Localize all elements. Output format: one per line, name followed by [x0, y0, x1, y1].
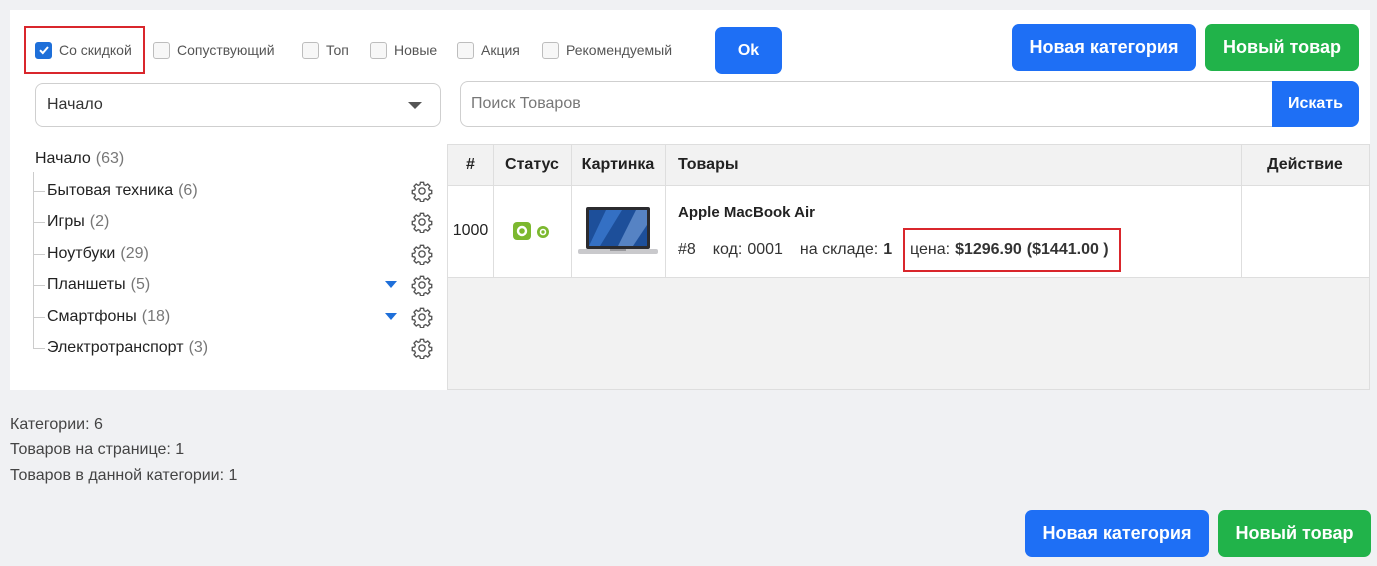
new-category-button[interactable]: Новая категория: [1012, 24, 1196, 71]
tree-root-count: (63): [95, 150, 125, 167]
category-select-value: Начало: [47, 96, 103, 113]
checkbox-icon[interactable]: [370, 41, 387, 59]
ok-button[interactable]: Ok: [715, 27, 782, 74]
tree-item-smartphones[interactable]: Смартфоны (18): [33, 305, 433, 329]
laptop-thumbnail-icon: [578, 207, 658, 254]
product-code: 0001: [747, 241, 783, 258]
gear-icon[interactable]: [411, 243, 433, 265]
filter-label: Сопуствующий: [177, 42, 275, 58]
gear-icon[interactable]: [411, 180, 433, 202]
price-label: цена:: [910, 241, 951, 258]
tree-branch: [33, 316, 45, 318]
tree-branch: [33, 347, 45, 349]
expand-caret-icon[interactable]: [385, 281, 397, 288]
product-name[interactable]: Apple MacBook Air: [678, 204, 815, 221]
gear-icon[interactable]: [411, 306, 433, 328]
table-divider: [493, 145, 494, 278]
filter-new[interactable]: Новые: [370, 30, 437, 70]
filter-label: Новые: [394, 42, 438, 58]
price-highlight-box: цена: $1296.90 ($1441.00 ): [903, 228, 1121, 272]
search-input[interactable]: [460, 81, 1273, 127]
expand-caret-icon[interactable]: [385, 313, 397, 320]
new-product-button-bottom[interactable]: Новый товар: [1218, 510, 1371, 557]
filter-top[interactable]: Топ: [302, 30, 349, 70]
tree-item-count: (18): [141, 308, 171, 325]
column-header-image: Картинка: [581, 156, 655, 173]
status-toggle[interactable]: [512, 221, 550, 246]
tree-branch: [33, 253, 45, 255]
column-header-action: Действие: [1267, 156, 1343, 173]
status-active-icon[interactable]: [512, 221, 550, 241]
tree-root[interactable]: Начало (63): [35, 150, 124, 168]
chevron-down-icon: [408, 102, 422, 109]
tree-item-label: Планшеты: [47, 276, 126, 293]
checkbox-icon[interactable]: [457, 41, 474, 59]
category-select[interactable]: Начало: [35, 83, 441, 127]
filter-recommended[interactable]: Рекомендуемый: [542, 30, 672, 70]
table-divider: [665, 145, 666, 278]
table-divider: [571, 145, 572, 278]
filter-discount[interactable]: Со скидкой: [35, 30, 132, 70]
tree-branch: [33, 221, 45, 223]
row-number: 1000: [452, 222, 489, 239]
product-code-label: код:: [712, 241, 743, 258]
filter-label: Акция: [481, 42, 520, 58]
checkbox-icon[interactable]: [302, 41, 319, 59]
checkbox-icon[interactable]: [542, 41, 559, 59]
new-product-button[interactable]: Новый товар: [1205, 24, 1359, 71]
table-divider: [1241, 145, 1242, 278]
product-details: #8 код: 0001 на складе: 1: [678, 241, 892, 259]
filter-promo[interactable]: Акция: [457, 30, 520, 70]
gear-icon[interactable]: [411, 274, 433, 296]
tree-item-label: Электротранспорт: [47, 339, 184, 356]
column-header-num: #: [466, 156, 475, 173]
tree-item-label: Ноутбуки: [47, 245, 116, 262]
summary-in-category: Товаров в данной категории: 1: [10, 467, 238, 484]
product-stock-label: на складе:: [799, 241, 879, 258]
tree-item-appliances[interactable]: Бытовая техника (6): [33, 179, 433, 203]
filter-label: Топ: [326, 42, 349, 58]
tree-item-tablets[interactable]: Планшеты (5): [33, 273, 433, 297]
tree-branch: [33, 284, 45, 286]
tree-item-games[interactable]: Игры (2): [33, 210, 433, 234]
tree-item-label: Бытовая техника: [47, 182, 174, 199]
old-price-value: ($1441.00 ): [1026, 241, 1109, 258]
products-table: # Статус Картинка Товары Действие 1000 A…: [447, 144, 1370, 390]
tree-item-count: (3): [188, 339, 209, 356]
product-image[interactable]: [578, 205, 658, 262]
product-stock: 1: [883, 241, 893, 258]
price-value: $1296.90: [955, 241, 1022, 258]
tree-item-count: (29): [120, 245, 149, 262]
filter-related[interactable]: Сопуствующий: [153, 30, 275, 70]
summary-categories: Категории: 6: [10, 416, 103, 433]
tree-item-count: (2): [89, 213, 110, 230]
new-category-button-bottom[interactable]: Новая категория: [1025, 510, 1209, 557]
tree-item-label: Смартфоны: [47, 308, 137, 325]
tree-item-count: (6): [178, 182, 198, 199]
filter-label: Рекомендуемый: [566, 42, 673, 58]
table-divider: [448, 185, 1369, 186]
product-id: #8: [678, 241, 696, 258]
column-header-products: Товары: [678, 156, 739, 173]
gear-icon[interactable]: [411, 337, 433, 359]
checkbox-checked-icon[interactable]: [35, 41, 52, 59]
tree-item-electrotransport[interactable]: Электротранспорт (3): [33, 336, 433, 360]
search-button[interactable]: Искать: [1272, 81, 1359, 127]
tree-root-label: Начало: [35, 150, 91, 167]
summary-per-page: Товаров на странице: 1: [10, 441, 185, 458]
table-row[interactable]: 1000 Apple MacBook Air #8 код: 0001 на с…: [448, 185, 1369, 277]
column-header-status: Статус: [505, 156, 559, 173]
tree-item-label: Игры: [47, 213, 85, 230]
tree-branch: [33, 190, 45, 192]
table-divider: [448, 277, 1369, 278]
gear-icon[interactable]: [411, 211, 433, 233]
filter-label: Со скидкой: [59, 42, 132, 58]
tree-item-count: (5): [130, 276, 151, 293]
checkbox-icon[interactable]: [153, 41, 170, 59]
tree-item-laptops[interactable]: Ноутбуки (29): [33, 242, 433, 266]
